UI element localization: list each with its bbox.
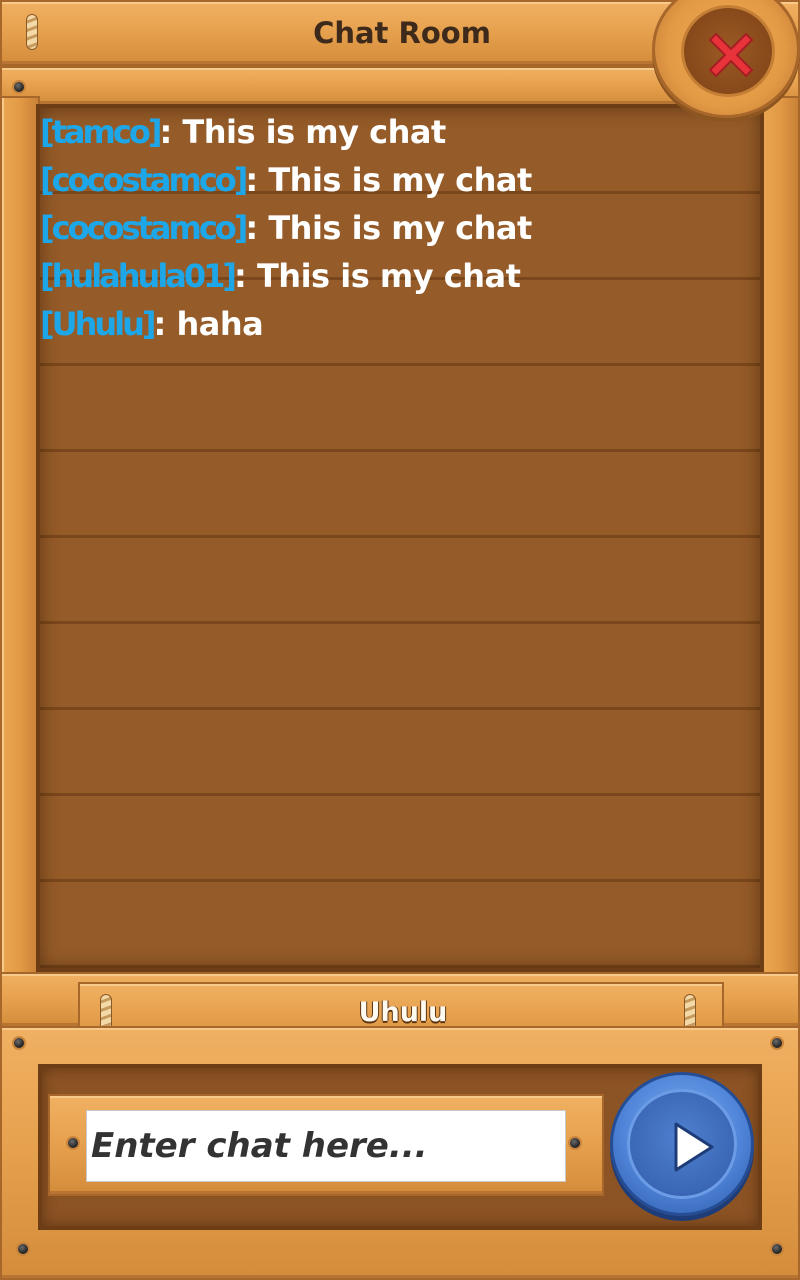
chat-text: This is my chat [246, 257, 521, 295]
chat-input[interactable] [86, 1110, 566, 1182]
chat-text: haha [165, 305, 264, 343]
chat-username: [cocostamco] [40, 209, 248, 247]
play-icon [674, 1122, 714, 1172]
chat-username: [hulahula01] [40, 257, 237, 295]
bolt [12, 80, 26, 94]
chat-message: [cocostamco]: This is my chat [40, 206, 532, 254]
chat-separator: : [153, 305, 167, 343]
chat-username: [Uhulu] [40, 305, 157, 343]
close-button-inner [681, 5, 775, 97]
chat-message: [Uhulu]: haha [40, 302, 532, 350]
bolt [770, 1242, 784, 1256]
send-button-inner [627, 1089, 737, 1199]
bolt [770, 1036, 784, 1050]
frame-right [760, 96, 800, 996]
frame-left [0, 96, 40, 996]
bolt [66, 1136, 80, 1150]
rope-decoration [26, 14, 38, 50]
chat-text: This is my chat [171, 113, 446, 151]
chat-text: This is my chat [257, 161, 532, 199]
close-icon [708, 32, 754, 78]
chat-message-list: [tamco]: This is my chat [cocostamco]: T… [40, 110, 532, 350]
chat-log[interactable]: [tamco]: This is my chat [cocostamco]: T… [36, 104, 764, 972]
chat-separator: : [159, 113, 172, 151]
chat-message: [hulahula01]: This is my chat [40, 254, 532, 302]
chat-separator: : [245, 209, 258, 247]
chat-separator: : [234, 257, 247, 295]
chat-username: [tamco] [40, 113, 162, 151]
player-name: Uhulu [358, 997, 448, 1028]
bolt [568, 1136, 582, 1150]
chat-message: [cocostamco]: This is my chat [40, 158, 532, 206]
send-button[interactable] [610, 1072, 754, 1216]
bolt [12, 1036, 26, 1050]
chat-username: [cocostamco] [40, 161, 248, 199]
bolt [16, 1242, 30, 1256]
chat-message: [tamco]: This is my chat [40, 110, 532, 158]
chat-separator: : [245, 161, 258, 199]
chat-text: This is my chat [257, 209, 532, 247]
